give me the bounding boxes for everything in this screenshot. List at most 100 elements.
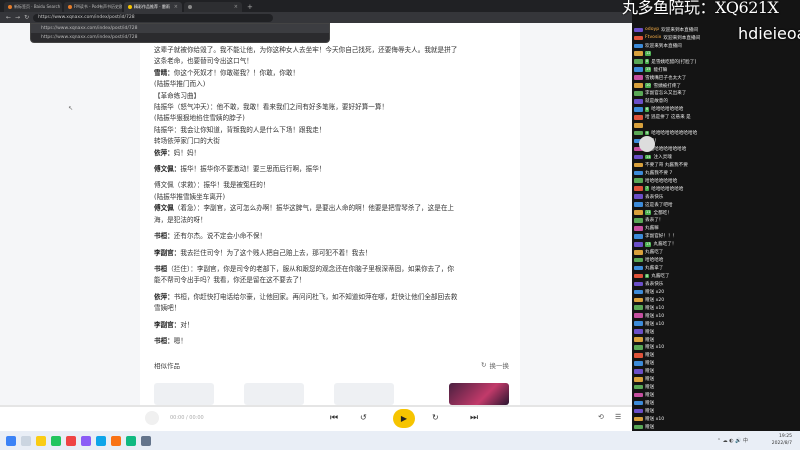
chat-text: 丸酱我不要 7 — [645, 170, 673, 176]
line-text: 傅文佩（求救）：振华！我是被冤枉的！ — [154, 181, 270, 190]
chat-text: 丸酱吃了 — [651, 274, 670, 280]
close-tab-icon[interactable]: × — [174, 2, 178, 12]
fan-badge-icon — [634, 384, 643, 390]
chat-text: 能打嘛 — [653, 67, 668, 73]
script-line: (陆振华狠狠地掐住雪姨的脖子) — [154, 113, 509, 124]
refresh-button[interactable]: ↻ 换一换 — [481, 360, 509, 370]
tab-favicon-icon — [188, 5, 192, 9]
explorer-icon[interactable] — [36, 435, 46, 446]
clock-date: 2022/8/7 — [771, 441, 792, 446]
browser-tab-active[interactable]: 精彩作品推荐 · 雷雨 × — [124, 2, 182, 12]
start-icon[interactable] — [6, 435, 16, 446]
speaker-name: 李副官： — [154, 320, 181, 329]
fan-badge-icon — [634, 178, 643, 184]
loop-icon[interactable]: ⟲ — [598, 413, 604, 421]
speaker-name: 书桓： — [154, 336, 174, 345]
url-input[interactable]: https://www.xqnaxx.com/index/post/id/728 — [33, 13, 274, 22]
app-icon[interactable] — [81, 435, 91, 446]
chat-message: 丸酱嘛 — [634, 224, 800, 232]
script-line: 这条老命，也要替司令出这口气！ — [154, 56, 509, 67]
fan-badge-icon — [634, 337, 643, 342]
chat-text: 欢迎来到本直播间 — [663, 35, 701, 41]
fan-badge-icon — [634, 218, 643, 223]
script-line: (陆振华推门而入) — [154, 79, 509, 90]
line-text: 转场依萍家门口的大街 — [154, 137, 220, 146]
script-line: 陆振华（怒气冲天）：他不敢，我敢！看来我们之间有好多笔账，要好好算一算！ — [154, 102, 509, 113]
forward-icon[interactable]: → — [15, 12, 20, 23]
similar-works-title: 相似作品 — [154, 362, 180, 370]
fan-badge-icon — [634, 368, 643, 374]
close-tab-icon[interactable]: × — [234, 2, 238, 12]
line-text: 雪姨吧！ — [154, 304, 181, 313]
new-tab-icon[interactable]: + — [244, 2, 256, 12]
script-line: 转场依萍家门口的大街 — [154, 136, 509, 147]
clock[interactable]: 19:25 2022/8/7 — [772, 433, 792, 447]
reload-icon[interactable]: ↻ — [24, 12, 29, 23]
chat-text: 丸酱吃了 — [645, 250, 664, 256]
rewind-15-icon[interactable]: ↺ — [360, 412, 367, 424]
chat-text: 赠送 x20 — [645, 297, 665, 303]
work-card[interactable] — [449, 383, 509, 405]
fan-badge-icon — [634, 170, 643, 176]
chat-text: 全都吃！ — [653, 210, 672, 216]
address-bar: ← → ↻ https://www.xqnaxx.com/index/post/… — [0, 12, 632, 23]
chat-message: 赠送 x10 — [634, 304, 800, 312]
work-card[interactable] — [154, 383, 214, 405]
chat-text: 丢表了！ — [645, 218, 664, 224]
work-card[interactable] — [244, 383, 304, 405]
progress-bar[interactable] — [0, 405, 632, 407]
work-card[interactable] — [334, 383, 394, 405]
chat-text: 赠送 — [645, 424, 655, 430]
stream-chat-panel: odoyp 欢迎来到本直播间 Ftvosix 欢迎来到本直播间 欢迎来到本直播间 12 8 是… — [632, 0, 800, 431]
app-icon[interactable] — [126, 435, 136, 446]
script-line: 雪姨吧！ — [154, 303, 509, 314]
chrome-icon[interactable] — [66, 435, 76, 446]
url-suggestion[interactable]: https://www.xqnaxx.com/index/post/id/728 — [31, 24, 329, 33]
chat-message: 赠送 — [634, 328, 800, 336]
back-icon[interactable]: ← — [6, 12, 11, 23]
browser-tab[interactable]: FM读书 - Pod有声书历史剧场× — [64, 2, 122, 12]
script-line: 书桓：还有尔杰。说不定会小命不保！ — [154, 231, 509, 242]
fan-badge-icon — [634, 297, 643, 303]
speaker-name: 傅文佩 — [154, 204, 174, 213]
chat-text: 赠送 — [645, 385, 655, 391]
line-text: 陆振华（怒气冲天）：他不敢，我敢！看来我们之间有好多笔账，要好好算一算！ — [154, 103, 389, 112]
chat-message: 哈哈哈哈哈哈哈哈哈 — [634, 145, 800, 153]
chat-text: 赠送 x10 — [645, 321, 665, 327]
url-suggestion[interactable]: https://www.xqnaxx.com/index/post/id/728 — [31, 33, 329, 42]
fan-badge-icon — [634, 194, 643, 199]
app-icon[interactable] — [96, 435, 106, 446]
screen: 新标签页 · Baidu Search× FM读书 - Pod有声书历史剧场× … — [0, 0, 800, 450]
playlist-icon[interactable]: ☰ — [615, 413, 621, 421]
forward-15-icon[interactable]: ↻ — [432, 412, 439, 424]
system-tray[interactable]: ⌃ ☁ ◐ 🔊 中 — [717, 437, 748, 444]
fan-badge-icon — [634, 313, 643, 319]
chat-text: 赠送 — [645, 353, 655, 359]
level-badge: 10 — [645, 83, 652, 88]
level-badge: 8 — [645, 59, 650, 65]
fan-badge-icon — [634, 35, 643, 41]
fan-badge-icon — [634, 99, 643, 104]
browser-tab[interactable]: × — [184, 2, 242, 12]
fan-badge-icon — [634, 107, 643, 112]
chat-message: 你呢！ — [634, 137, 800, 145]
chat-message: 李副官好！！！ — [634, 232, 800, 240]
next-icon[interactable]: ⏭ — [470, 412, 478, 424]
edge-icon[interactable] — [51, 435, 61, 446]
search-icon[interactable] — [21, 435, 31, 446]
fan-badge-icon — [634, 361, 643, 366]
chat-message: 哈哈哈哈哈哈哈 — [634, 177, 800, 185]
web-page: ↖ 这辈子就被你给毁了。我不能让他，为你这种女人去坐牢！今天你自己找死，还要侮辱… — [0, 23, 632, 405]
app-icon[interactable] — [111, 435, 121, 446]
previous-icon[interactable]: ⏮ — [330, 412, 338, 424]
chat-message: 就是故意的 — [634, 97, 800, 105]
fan-badge-icon — [634, 114, 643, 120]
level-badge: 8 — [645, 273, 650, 279]
chat-text: 丢表快乐 — [645, 281, 664, 287]
script-line: 书桓：嗯！ — [154, 336, 509, 347]
browser-tab[interactable]: 新标签页 · Baidu Search× — [4, 2, 62, 12]
chat-message: 6 哈哈哈哈哈哈哈 — [634, 105, 800, 113]
app-icon[interactable] — [141, 435, 151, 446]
chat-text: 赠送 — [645, 401, 655, 407]
play-button[interactable]: ▶ — [393, 409, 415, 428]
